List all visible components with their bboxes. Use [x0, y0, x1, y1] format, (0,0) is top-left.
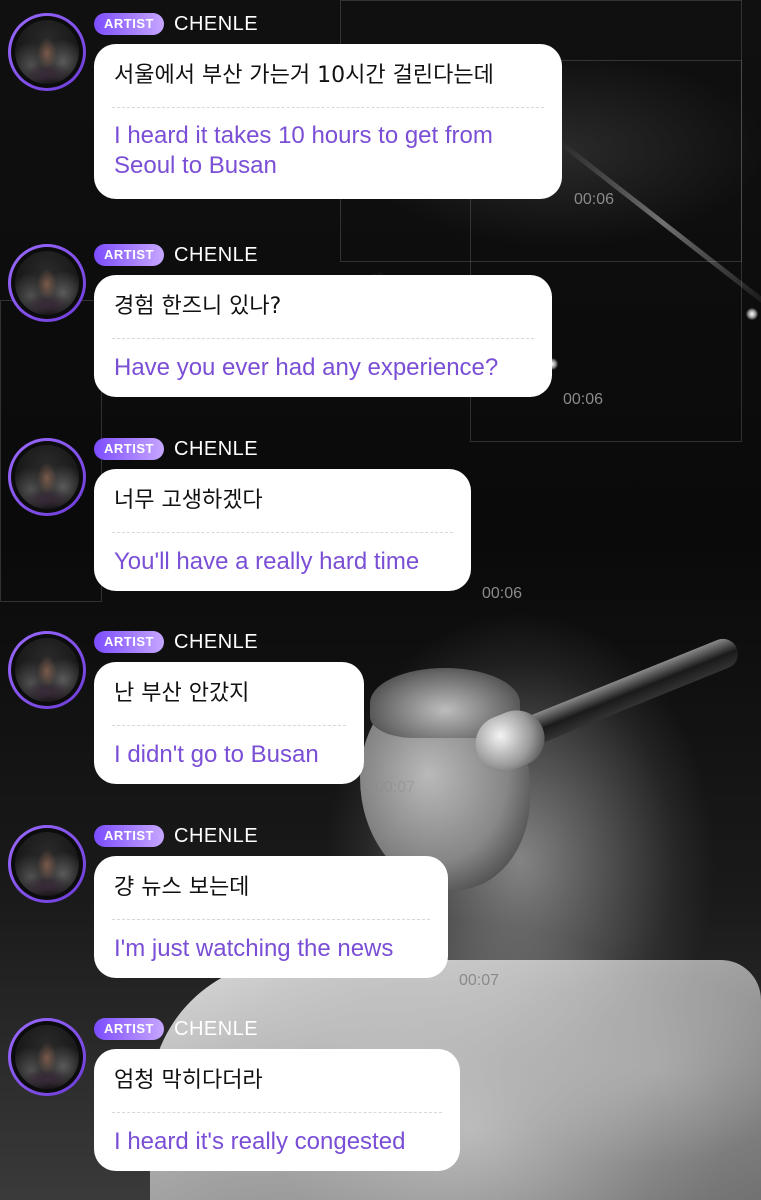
chat-feed[interactable]: ARTIST CHENLE 서울에서 부산 가는거 10시간 걸린다는데 I h…: [0, 0, 761, 1200]
timestamp: 00:07: [459, 972, 500, 989]
avatar[interactable]: [8, 825, 86, 903]
translation-text: I'm just watching the news: [114, 935, 394, 962]
translation-text: I heard it takes 10 hours to get from Se…: [114, 122, 493, 179]
artist-badge: ARTIST: [94, 1018, 164, 1040]
message-bubble[interactable]: 난 부산 안갔지 I didn't go to Busan: [94, 662, 364, 784]
avatar[interactable]: [8, 438, 86, 516]
artist-badge: ARTIST: [94, 13, 164, 35]
original-text: 난 부산 안갔지: [114, 681, 250, 706]
original-text: 서울에서 부산 가는거 10시간 걸린다는데: [114, 63, 494, 88]
avatar[interactable]: [8, 1018, 86, 1096]
translation-text: I heard it's really congested: [114, 1128, 406, 1155]
translation-text: I didn't go to Busan: [114, 741, 319, 768]
message-bubble[interactable]: 경험 한즈니 있나? Have you ever had any experie…: [94, 275, 552, 397]
sender-name: CHENLE: [174, 438, 259, 460]
translation-text: You'll have a really hard time: [114, 548, 420, 575]
artist-badge: ARTIST: [94, 631, 164, 653]
original-text: 엄청 막히다더라: [114, 1068, 263, 1093]
avatar[interactable]: [8, 13, 86, 91]
artist-badge: ARTIST: [94, 438, 164, 460]
timestamp: 00:06: [574, 191, 615, 208]
original-text: 경험 한즈니 있나?: [114, 294, 282, 319]
sender-name: CHENLE: [174, 1018, 259, 1040]
artist-badge: ARTIST: [94, 825, 164, 847]
sender-name: CHENLE: [174, 631, 259, 653]
timestamp: 00:06: [482, 585, 523, 602]
sender-name: CHENLE: [174, 825, 259, 847]
message-bubble[interactable]: 너무 고생하겠다 You'll have a really hard time: [94, 469, 471, 591]
message-bubble[interactable]: 걍 뉴스 보는데 I'm just watching the news: [94, 856, 448, 978]
message-bubble[interactable]: 서울에서 부산 가는거 10시간 걸린다는데 I heard it takes …: [94, 44, 562, 199]
original-text: 너무 고생하겠다: [114, 488, 263, 513]
translation-text: Have you ever had any experience?: [114, 354, 499, 381]
sender-name: CHENLE: [174, 244, 259, 266]
timestamp: 00:07: [375, 779, 416, 796]
sender-name: CHENLE: [174, 13, 259, 35]
artist-badge: ARTIST: [94, 244, 164, 266]
message-bubble[interactable]: 엄청 막히다더라 I heard it's really congested: [94, 1049, 460, 1171]
timestamp: 00:06: [563, 391, 604, 408]
original-text: 걍 뉴스 보는데: [114, 875, 250, 900]
avatar[interactable]: [8, 631, 86, 709]
avatar[interactable]: [8, 244, 86, 322]
